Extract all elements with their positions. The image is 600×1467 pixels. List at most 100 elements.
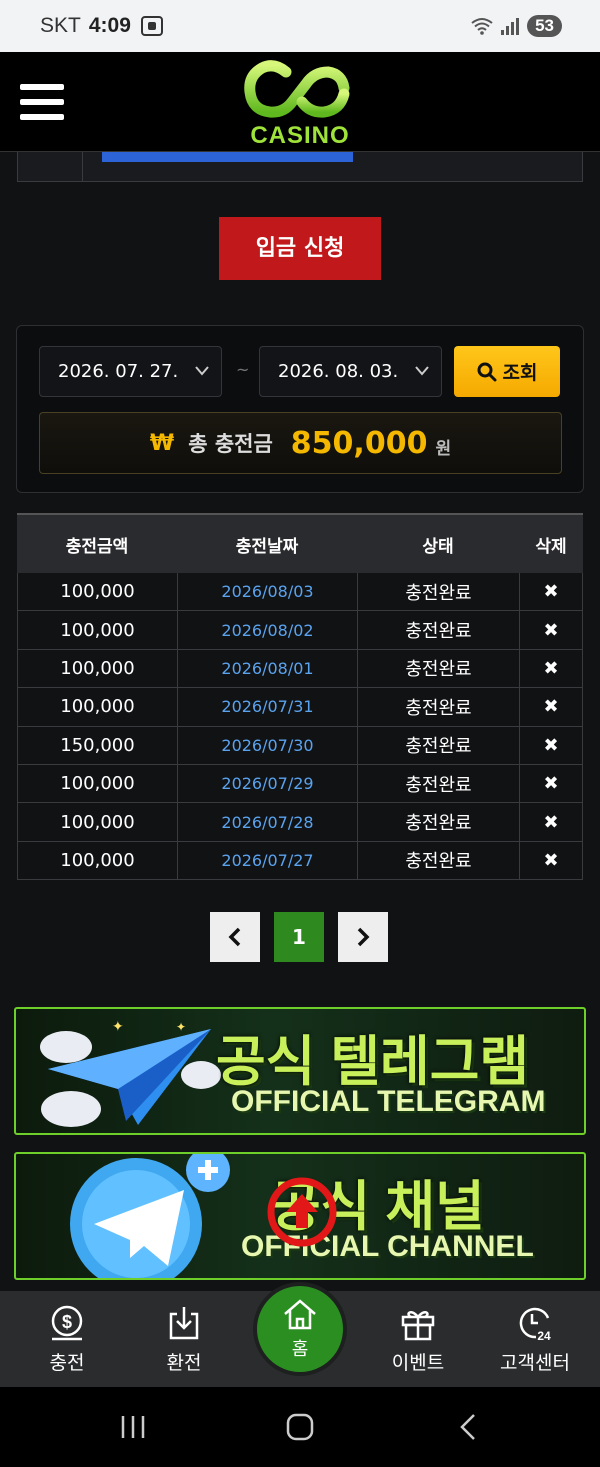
scroll-top-icon[interactable]: [266, 1176, 338, 1248]
total-label: 총 충전금: [188, 432, 273, 456]
amount-cell: 150,000: [17, 726, 177, 764]
casino-logo[interactable]: CASINO: [240, 58, 360, 149]
status-cell: 충전완료: [357, 649, 519, 688]
active-tab-indicator: [102, 152, 353, 162]
next-page-button[interactable]: [338, 912, 388, 962]
nav-events[interactable]: 이벤트: [368, 1291, 468, 1387]
table-row: 100,000 2026/08/01 충전완료 ✖: [17, 649, 583, 689]
official-telegram-banner[interactable]: ✦ ✦ 공식 텔레그램 OFFICIAL TELEGRAM: [14, 1007, 586, 1135]
home-system-icon[interactable]: [270, 1407, 330, 1447]
delete-icon[interactable]: ✖: [519, 649, 583, 688]
logo-text: CASINO: [250, 122, 350, 149]
page-number-current[interactable]: 1: [274, 912, 324, 962]
won-currency-icon: ₩: [149, 430, 175, 456]
status-cell: 충전완료: [357, 688, 519, 726]
delete-icon[interactable]: ✖: [519, 841, 583, 880]
amount-cell: 100,000: [17, 688, 177, 726]
wifi-icon: [471, 18, 493, 35]
nav-label: 고객센터: [500, 1351, 570, 1374]
svg-text:✦: ✦: [112, 1019, 124, 1035]
header-status: 상태: [422, 536, 454, 557]
date-cell: 2026/07/31: [177, 688, 357, 726]
table-row: 100,000 2026/07/31 충전완료 ✖: [17, 688, 583, 727]
status-cell: 충전완료: [357, 611, 519, 649]
nav-support[interactable]: 24 고객센터: [485, 1291, 585, 1387]
delete-icon[interactable]: ✖: [519, 764, 583, 803]
gift-icon: [401, 1310, 435, 1340]
total-amount: 850,000: [290, 425, 428, 461]
telegram-logo-icon: [70, 1154, 230, 1278]
date-filter-panel: 2026. 07. 27. ~ 2026. 08. 03. 조회 ₩ 총 충전금…: [16, 325, 584, 493]
nav-withdraw[interactable]: 환전: [134, 1291, 234, 1387]
app-header: CASINO: [0, 52, 600, 152]
date-cell: 2026/07/29: [177, 764, 357, 803]
svg-text:24: 24: [537, 1329, 551, 1342]
search-label: 조회: [502, 362, 538, 384]
delete-icon[interactable]: ✖: [519, 573, 583, 611]
date-cell: 2026/07/27: [177, 841, 357, 880]
header-amount: 충전금액: [65, 536, 129, 557]
svg-text:$: $: [62, 1312, 72, 1332]
status-bar: SKT 4:09 53: [0, 0, 600, 52]
recent-apps-icon[interactable]: [103, 1407, 163, 1447]
clock: 4:09: [88, 14, 131, 37]
date-separator: ~: [236, 360, 250, 379]
hamburger-menu-icon[interactable]: [20, 84, 64, 120]
battery-badge: 53: [527, 15, 562, 37]
date-from-select[interactable]: 2026. 07. 27.: [39, 346, 222, 397]
delete-icon[interactable]: ✖: [519, 688, 583, 726]
total-unit: 원: [435, 438, 452, 459]
screenshot-icon: [140, 16, 163, 36]
pagination: 1: [210, 912, 388, 962]
paper-plane-icon: ✦ ✦: [40, 1019, 221, 1127]
date-cell: 2026/07/30: [177, 726, 357, 764]
carrier-label: SKT: [40, 14, 81, 37]
deposit-history-table: 충전금액 충전날짜 상태 삭제 100,000 2026/08/03 충전완료 …: [17, 513, 583, 881]
banner-title-en: OFFICIAL TELEGRAM: [231, 1085, 546, 1118]
chevron-down-icon: [195, 347, 209, 417]
nav-deposit[interactable]: $ 충전: [17, 1291, 117, 1387]
date-from-value: 2026. 07. 27.: [58, 361, 179, 382]
back-icon[interactable]: [438, 1407, 498, 1447]
table-row: 150,000 2026/07/30 충전완료 ✖: [17, 726, 583, 765]
status-cell: 충전완료: [357, 803, 519, 841]
delete-icon[interactable]: ✖: [519, 726, 583, 764]
prev-page-button[interactable]: [210, 912, 260, 962]
signal-icon: [501, 17, 520, 35]
table-header: 충전금액 충전날짜 상태 삭제: [17, 513, 583, 573]
svg-text:✦: ✦: [176, 1020, 186, 1034]
tab-panel-remnant: [17, 152, 583, 182]
nav-label: 홈: [291, 1339, 309, 1360]
table-row: 100,000 2026/08/02 충전완료 ✖: [17, 611, 583, 650]
amount-cell: 100,000: [17, 573, 177, 611]
amount-cell: 100,000: [17, 611, 177, 649]
search-button[interactable]: 조회: [454, 346, 560, 397]
total-deposit-summary: ₩ 총 충전금 850,000 원: [39, 412, 562, 474]
chevron-right-icon: [357, 927, 370, 947]
date-cell: 2026/08/03: [177, 573, 357, 611]
support-24-icon: 24: [519, 1307, 551, 1342]
deposit-request-button[interactable]: 입금 신청: [219, 217, 381, 280]
amount-cell: 100,000: [17, 803, 177, 841]
delete-icon[interactable]: ✖: [519, 803, 583, 841]
official-channel-banner[interactable]: 공식 채널 OFFICIAL CHANNEL: [14, 1152, 586, 1280]
table-row: 100,000 2026/07/27 충전완료 ✖: [17, 841, 583, 881]
nav-label: 이벤트: [391, 1351, 445, 1374]
delete-icon[interactable]: ✖: [519, 611, 583, 649]
amount-cell: 100,000: [17, 841, 177, 880]
date-to-select[interactable]: 2026. 08. 03.: [259, 346, 442, 397]
search-icon: [477, 362, 497, 381]
cc-logo-icon: [244, 60, 350, 118]
table-row: 100,000 2026/07/29 충전완료 ✖: [17, 764, 583, 804]
table-row: 100,000 2026/07/28 충전완료 ✖: [17, 803, 583, 842]
nav-label: 환전: [166, 1351, 202, 1374]
header-date: 충전날짜: [235, 536, 299, 557]
date-to-value: 2026. 08. 03.: [278, 361, 399, 382]
status-cell: 충전완료: [357, 764, 519, 803]
download-tray-icon: [169, 1306, 199, 1339]
date-cell: 2026/08/02: [177, 611, 357, 649]
nav-home[interactable]: 홈: [253, 1282, 347, 1376]
system-navigation-bar: [0, 1387, 600, 1467]
amount-cell: 100,000: [17, 764, 177, 803]
status-cell: 충전완료: [357, 726, 519, 764]
